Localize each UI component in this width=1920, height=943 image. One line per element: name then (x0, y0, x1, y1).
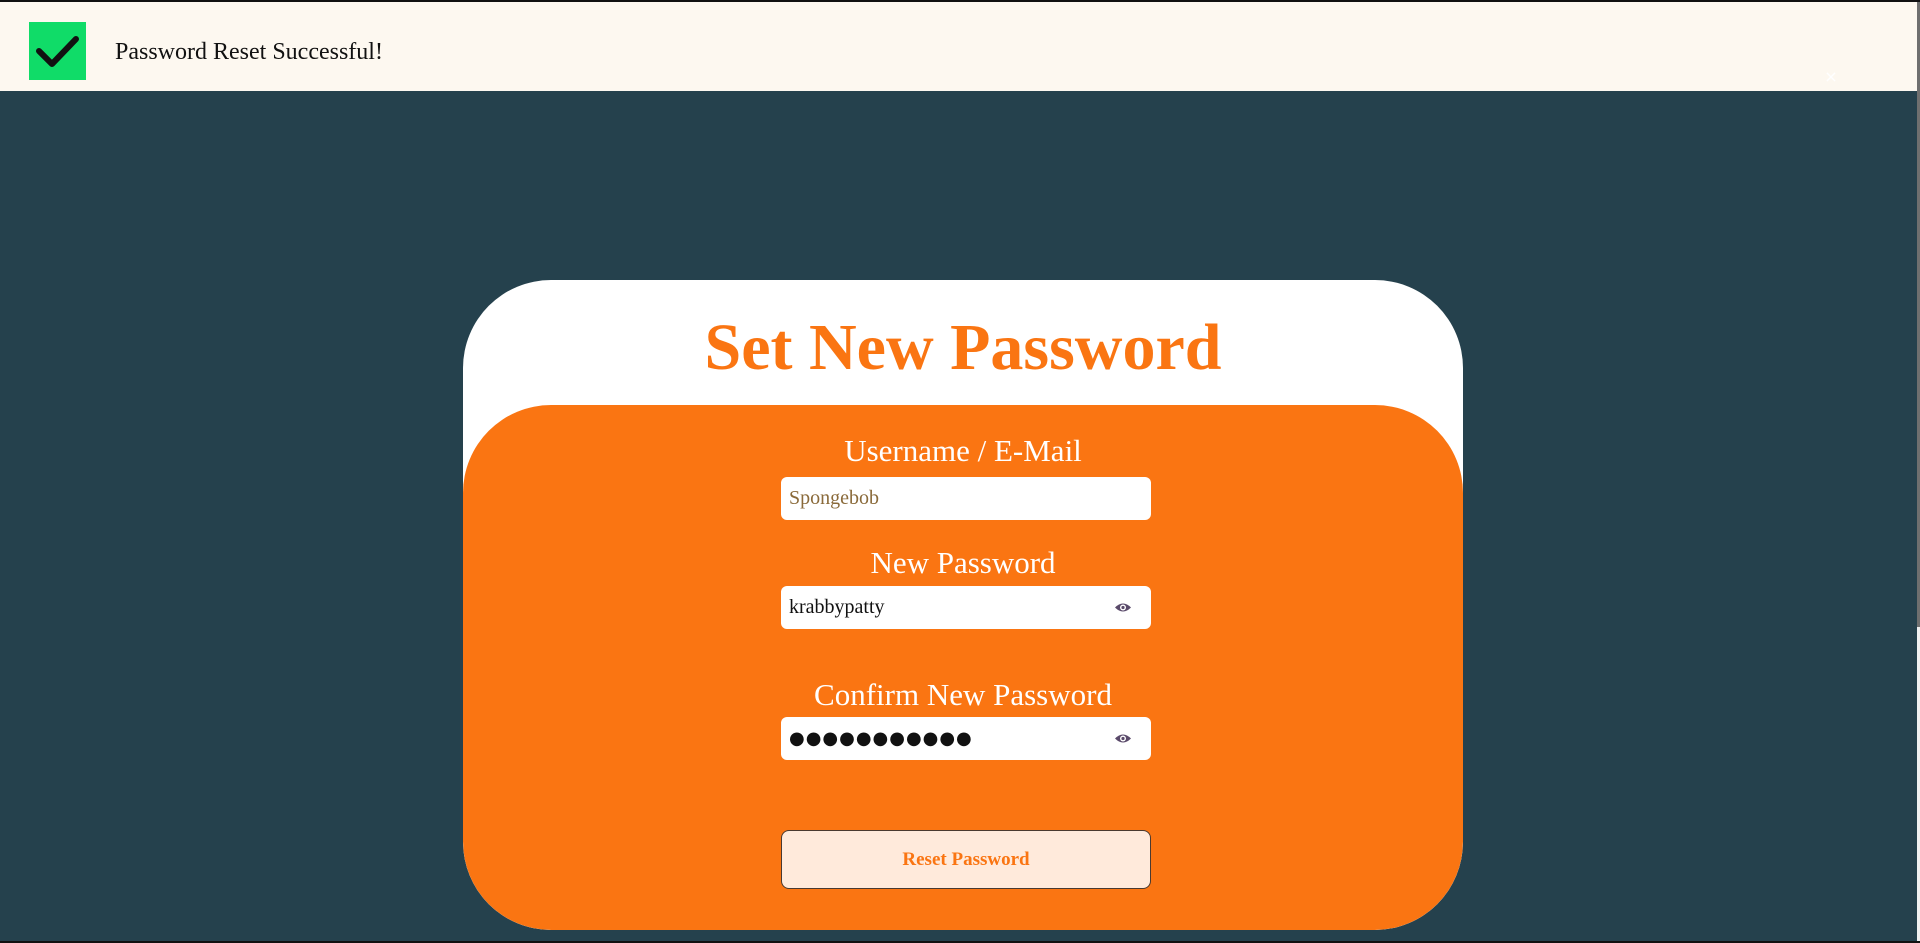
eye-icon[interactable] (1114, 601, 1132, 614)
reset-form: Username / E-Mail Spongebob New Password… (463, 405, 1463, 930)
reset-password-card: Set New Password Username / E-Mail Spong… (463, 280, 1463, 930)
confirm-password-label: Confirm New Password (814, 677, 1112, 712)
success-toast: Password Reset Successful! × (0, 2, 1917, 91)
username-placeholder: Spongebob (789, 487, 879, 509)
reset-password-button[interactable]: Reset Password (781, 830, 1151, 889)
checkmark-icon (29, 22, 86, 80)
confirm-password-value: ●●●●●●●●●●● (789, 728, 973, 749)
username-label: Username / E-Mail (844, 433, 1082, 468)
toast-message: Password Reset Successful! (115, 39, 383, 65)
close-icon[interactable]: × (1822, 68, 1840, 86)
eye-icon[interactable] (1114, 732, 1132, 745)
confirm-password-field[interactable]: ●●●●●●●●●●● (781, 717, 1151, 760)
username-field[interactable]: Spongebob (781, 477, 1151, 520)
new-password-value: krabbypatty (789, 596, 885, 618)
new-password-field[interactable]: krabbypatty (781, 586, 1151, 629)
new-password-label: New Password (870, 545, 1056, 580)
page-title: Set New Password (704, 311, 1222, 384)
